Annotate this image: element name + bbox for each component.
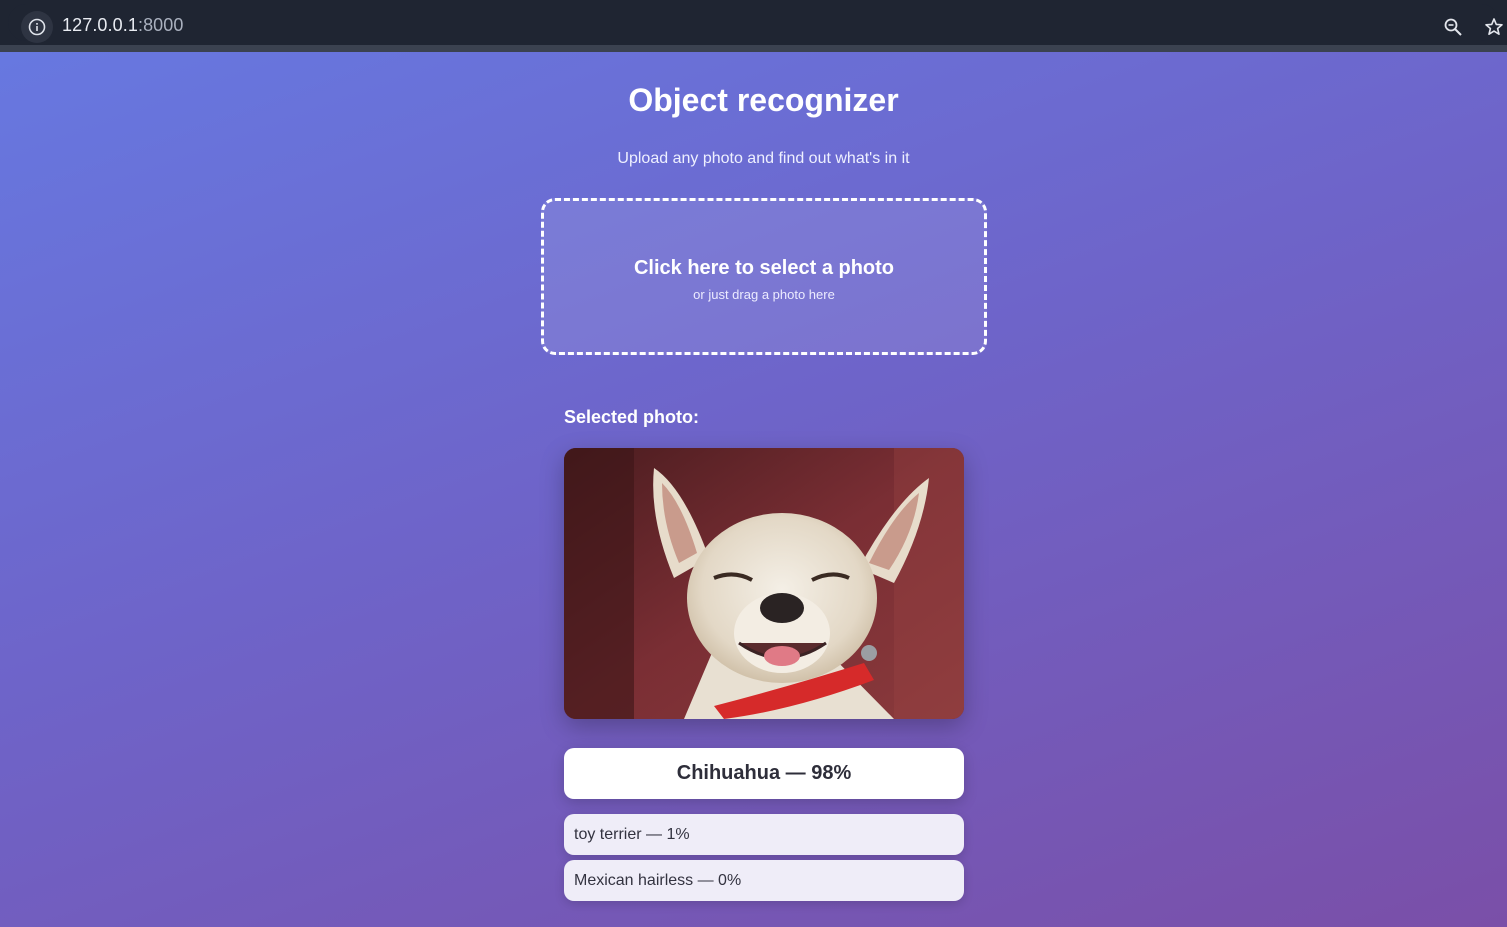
toolbar-divider bbox=[0, 45, 1507, 52]
page-subtitle: Upload any photo and find out what's in … bbox=[617, 150, 910, 167]
url-port: :8000 bbox=[137, 15, 184, 35]
page-title: Object recognizer bbox=[628, 82, 899, 118]
zoom-icon[interactable] bbox=[1440, 14, 1466, 40]
address-bar[interactable]: 127.0.0.1:8000 bbox=[8, 4, 1503, 43]
page-content: Object recognizer Upload any photo and f… bbox=[0, 52, 1507, 927]
top-prediction: Chihuahua — 98% bbox=[564, 748, 964, 799]
url-host: 127.0.0.1 bbox=[62, 15, 138, 35]
dropzone-sub-label: or just drag a photo here bbox=[693, 287, 835, 302]
info-icon[interactable] bbox=[21, 11, 53, 43]
star-icon[interactable] bbox=[1480, 13, 1507, 41]
dog-photo-illustration bbox=[564, 448, 964, 719]
url-text[interactable]: 127.0.0.1:8000 bbox=[62, 15, 184, 36]
dropzone-main-label: Click here to select a photo bbox=[633, 257, 895, 279]
photo-dropzone[interactable]: Click here to select a photo or just dra… bbox=[541, 198, 987, 355]
browser-toolbar: 127.0.0.1:8000 bbox=[0, 0, 1507, 45]
prediction-item: toy terrier — 1% bbox=[564, 814, 964, 855]
prediction-item: Mexican hairless — 0% bbox=[564, 860, 964, 901]
selected-photo-preview bbox=[564, 448, 964, 719]
selected-photo-label: Selected photo: bbox=[564, 407, 700, 427]
